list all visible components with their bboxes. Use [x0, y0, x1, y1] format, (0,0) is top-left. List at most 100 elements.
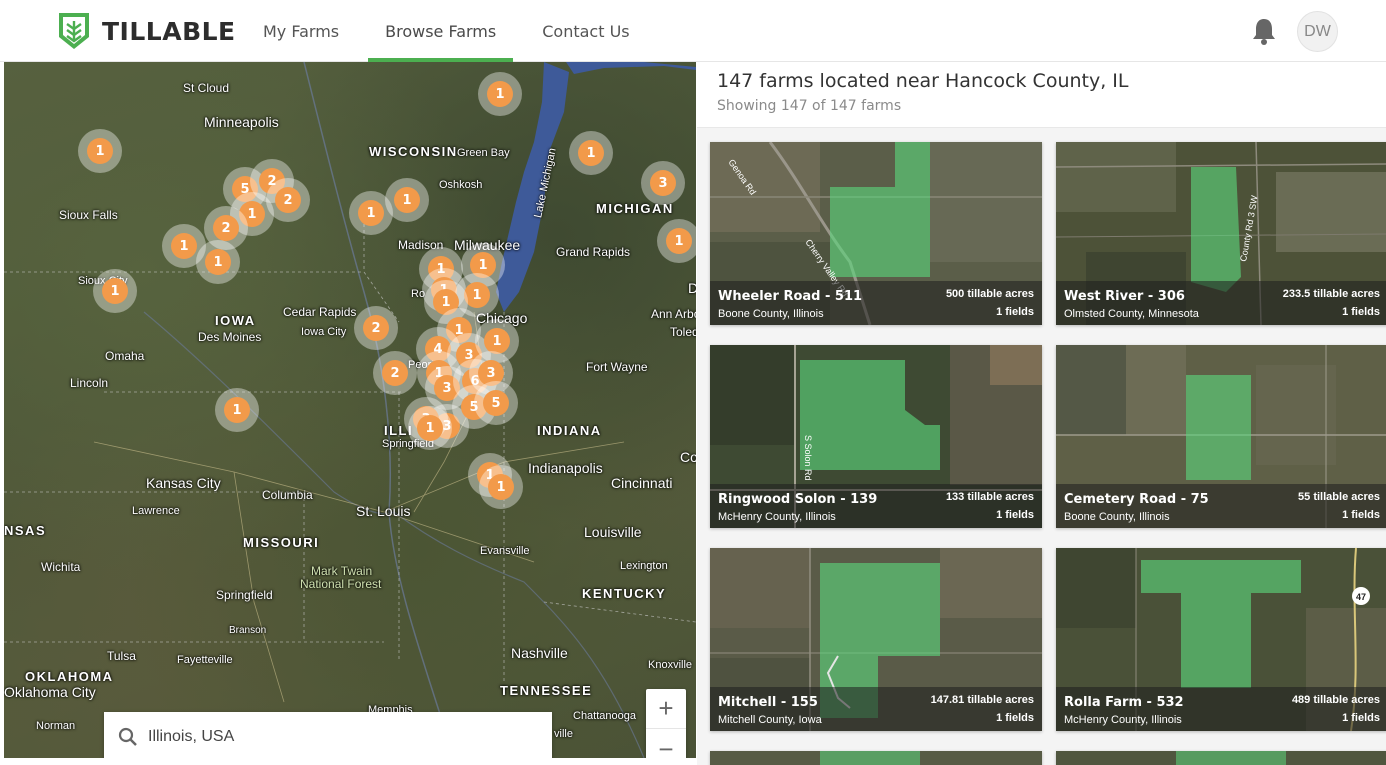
- farm-card-info: Mitchell - 155 Mitchell County, Iowa 147…: [710, 687, 1042, 731]
- label-detroit: D: [688, 280, 696, 296]
- label-indianapolis: Indianapolis: [528, 460, 603, 476]
- farm-fields: 1 fields: [996, 306, 1034, 318]
- farm-location: Boone County, Illinois: [1064, 511, 1170, 523]
- farm-fields: 1 fields: [1342, 306, 1380, 318]
- results-count: Showing 147 of 147 farms: [717, 98, 902, 114]
- label-oklahoma-city: Oklahoma City: [4, 684, 96, 700]
- label-fort-wayne: Fort Wayne: [586, 360, 648, 374]
- farm-name: Ringwood Solon - 139: [718, 492, 878, 507]
- farm-card-info: Cemetery Road - 75 Boone County, Illinoi…: [1056, 484, 1386, 528]
- farm-name: West River - 306: [1064, 289, 1185, 304]
- farm-card[interactable]: Mitchell - 155 Mitchell County, Iowa 147…: [710, 548, 1042, 731]
- label-tulsa: Tulsa: [107, 649, 136, 663]
- farm-location: McHenry County, Illinois: [718, 511, 836, 523]
- map-cluster[interactable]: 3: [641, 161, 685, 205]
- farm-name: Mitchell - 155: [718, 695, 818, 710]
- label-minneapolis: Minneapolis: [204, 114, 279, 130]
- label-omaha: Omaha: [105, 349, 145, 363]
- avatar[interactable]: DW: [1297, 11, 1338, 52]
- search-icon: [118, 727, 137, 746]
- map-cluster[interactable]: 1: [479, 465, 523, 509]
- label-kansas: NSAS: [4, 523, 47, 538]
- map-search-box: [104, 712, 552, 758]
- farm-name: Cemetery Road - 75: [1064, 492, 1209, 507]
- map-cluster[interactable]: 1: [78, 129, 122, 173]
- map-cluster[interactable]: 1: [385, 178, 429, 222]
- farm-card[interactable]: Genoa Rd Cherry Valley Rd Wheeler Road -…: [710, 142, 1042, 325]
- label-cedar-rapids: Cedar Rapids: [283, 305, 357, 319]
- zoom-out-button[interactable]: −: [646, 729, 686, 759]
- results-header: 147 farms located near Hancock County, I…: [697, 62, 1386, 128]
- map-cluster[interactable]: 1: [93, 269, 137, 313]
- label-oshkosh: Oshkosh: [439, 179, 483, 191]
- farm-acres: 233.5 tillable acres: [1282, 288, 1380, 300]
- label-national-forest: National Forest: [300, 577, 382, 591]
- farm-name: Wheeler Road - 511: [718, 289, 863, 304]
- farm-card[interactable]: [1056, 751, 1386, 765]
- farm-location: Mitchell County, Iowa: [718, 714, 822, 726]
- lake-superior: [566, 62, 696, 74]
- aerial-label-hwy47: 47: [1356, 592, 1366, 602]
- location-search-input[interactable]: [148, 728, 528, 746]
- farm-card-info: Wheeler Road - 511 Boone County, Illinoi…: [710, 281, 1042, 325]
- farm-card-info: Ringwood Solon - 139 McHenry County, Ill…: [710, 484, 1042, 528]
- map-cluster[interactable]: 1: [569, 131, 613, 175]
- farm-name: Rolla Farm - 532: [1064, 695, 1184, 710]
- logo-text: TILLABLE: [102, 16, 236, 46]
- nav-contact-us[interactable]: Contact Us: [525, 0, 646, 62]
- label-lincoln: Lincoln: [70, 376, 109, 390]
- farm-acres: 489 tillable acres: [1291, 694, 1380, 706]
- nav-browse-farms[interactable]: Browse Farms: [368, 0, 514, 62]
- results-title: 147 farms located near Hancock County, I…: [717, 70, 1129, 92]
- label-wichita: Wichita: [41, 560, 81, 574]
- label-sioux-falls: Sioux Falls: [59, 208, 118, 222]
- label-green-bay: Green Bay: [457, 147, 510, 159]
- label-springfield-mo: Springfield: [216, 588, 273, 602]
- label-st-cloud: St Cloud: [183, 81, 230, 95]
- label-lawrence: Lawrence: [132, 505, 180, 517]
- farm-card-info: Rolla Farm - 532 McHenry County, Illinoi…: [1056, 687, 1386, 731]
- zoom-in-button[interactable]: +: [646, 689, 686, 729]
- label-st-louis: St. Louis: [356, 503, 411, 519]
- tillable-logo-icon: [59, 13, 89, 49]
- label-indiana: INDIANA: [537, 423, 602, 438]
- map-cluster[interactable]: 1: [215, 388, 259, 432]
- farm-fields: 1 fields: [996, 509, 1034, 521]
- label-columbus: Co: [680, 449, 696, 465]
- bell-icon[interactable]: [1250, 16, 1278, 46]
- farm-card[interactable]: 47 Rolla Farm - 532 McHenry County, Illi…: [1056, 548, 1386, 731]
- farm-acres: 55 tillable acres: [1298, 491, 1380, 503]
- label-branson: Branson: [229, 625, 267, 636]
- nav-my-farms[interactable]: My Farms: [246, 0, 356, 62]
- label-evansville: Evansville: [480, 545, 530, 557]
- label-kansas-city: Kansas City: [146, 475, 221, 491]
- farm-card[interactable]: [710, 751, 1042, 765]
- farm-card[interactable]: Cemetery Road - 75 Boone County, Illinoi…: [1056, 345, 1386, 528]
- map-cluster[interactable]: 1: [196, 240, 240, 284]
- map-cluster[interactable]: 1: [657, 219, 696, 263]
- map-cluster[interactable]: 2: [354, 306, 398, 350]
- map-cluster[interactable]: 2: [373, 351, 417, 395]
- label-oklahoma: OKLAHOMA: [25, 669, 114, 684]
- label-kentucky: KENTUCKY: [582, 586, 667, 601]
- label-grand-rapids: Grand Rapids: [556, 245, 631, 259]
- logo[interactable]: TILLABLE: [56, 11, 236, 51]
- farm-map[interactable]: St Cloud Minneapolis WISCONSIN Green Bay…: [4, 62, 696, 758]
- map-cluster[interactable]: 1: [478, 72, 522, 116]
- map-cluster[interactable]: 5: [474, 381, 518, 425]
- label-columbia: Columbia: [262, 488, 313, 502]
- label-knoxville: Knoxville: [648, 659, 693, 671]
- farm-card[interactable]: County Rd 3 SW West River - 306 Olmsted …: [1056, 142, 1386, 325]
- label-chattanooga: Chattanooga: [573, 710, 636, 722]
- label-wisconsin: WISCONSIN: [369, 144, 458, 159]
- map-cluster[interactable]: 1: [408, 406, 452, 450]
- farm-card[interactable]: S Solon Rd Ringwood Solon - 139 McHenry …: [710, 345, 1042, 528]
- label-mark-twain: Mark Twain: [311, 564, 373, 578]
- label-nashville: Nashville: [511, 645, 568, 661]
- label-louisville: Louisville: [584, 524, 642, 540]
- farm-fields: 1 fields: [1342, 509, 1380, 521]
- aerial-label-solon: S Solon Rd: [803, 435, 813, 481]
- label-lexington: Lexington: [620, 560, 668, 572]
- farm-aerial-image: [1056, 751, 1386, 765]
- farm-acres: 147.81 tillable acres: [930, 694, 1034, 706]
